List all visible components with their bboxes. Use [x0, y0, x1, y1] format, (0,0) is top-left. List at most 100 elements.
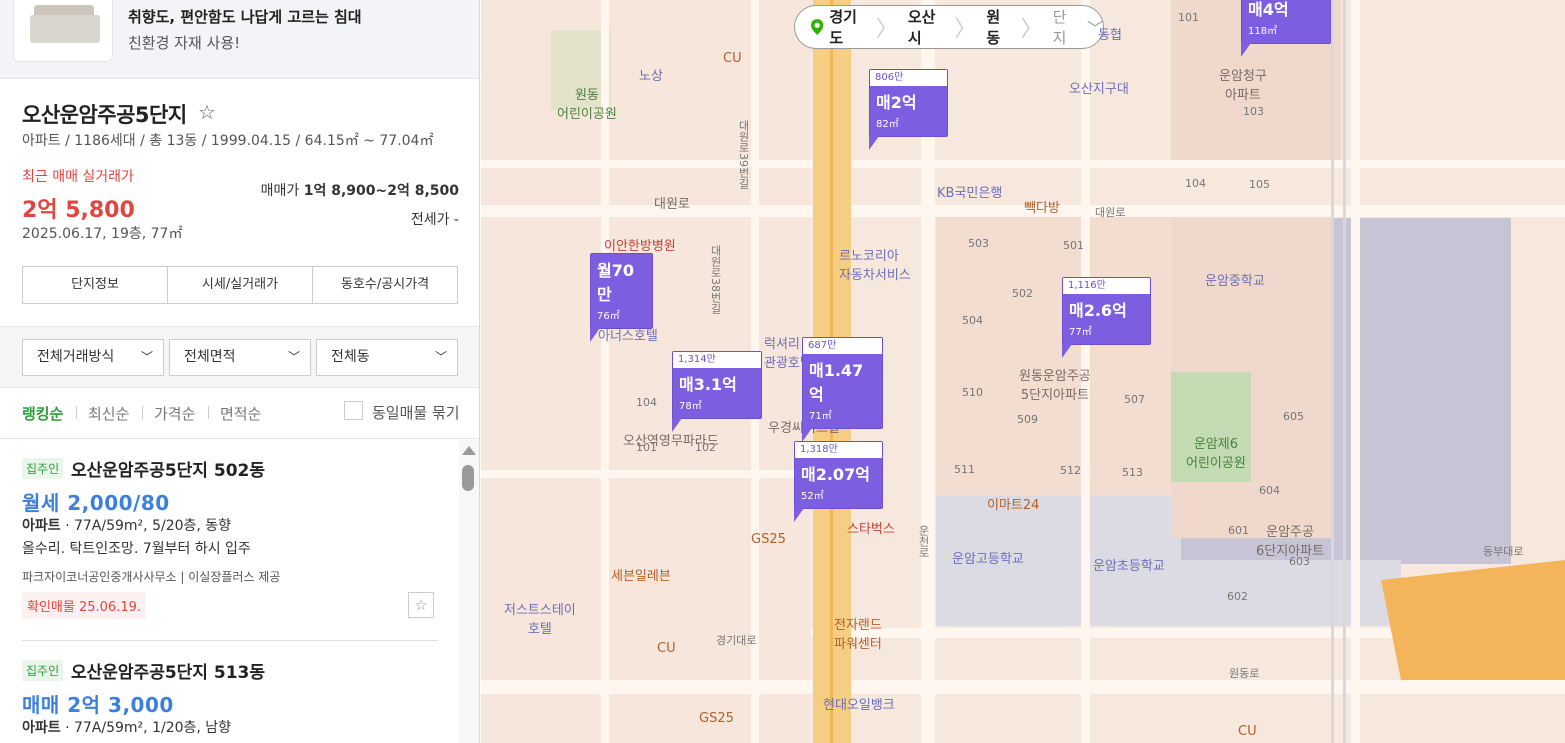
listing-panel: 취향도, 편안함도 나답게 고르는 침대 친환경 자재 사용! 오산운암주공5단… — [0, 0, 480, 743]
listing-spec: 아파트 · 77A/59m², 1/20층, 남향 — [22, 717, 231, 737]
map-view[interactable]: 경기도 〉 오산시 〉 원동 〉 단지 ﹀ CU 노상 원동 어린이공원 대원로… — [481, 0, 1565, 743]
price-marker[interactable]: 687만 매1.47억 71㎡ — [802, 337, 883, 442]
building-number: 104 — [636, 396, 657, 409]
price-marker[interactable]: 806만 매2억 82㎡ — [869, 69, 948, 150]
marker-area: 118㎡ — [1248, 26, 1278, 37]
marker-area: 82㎡ — [876, 119, 899, 130]
recent-deal-date: 2025.06.17, 19층, 77㎡ — [22, 226, 183, 242]
marker-unit-price: 1,318만 — [795, 442, 882, 458]
map-label-store: 이마트24 — [987, 498, 1040, 513]
ad-title: 취향도, 편안함도 나답게 고르는 침대 — [128, 8, 362, 26]
listing-desc: 올수리. 탁트인조망. 7월부터 하시 입주 — [22, 541, 251, 557]
listing-price: 월세 2,000/80 — [22, 491, 170, 515]
map-label-store: 세븐일레븐 — [611, 569, 671, 584]
sort-latest[interactable]: 최신순 — [88, 403, 129, 424]
map-label-road: 대원로38번길 — [709, 245, 722, 314]
area-value: 전체면적 — [184, 349, 236, 365]
recent-deal-price: 2억 5,800 — [22, 198, 135, 223]
map-label-road: 원동로 — [1229, 667, 1260, 680]
chevron-right-icon: 〉 — [954, 17, 977, 42]
ad-subtitle: 친환경 자재 사용! — [128, 34, 241, 52]
price-marker[interactable]: 1,314만 매3.1억 78㎡ — [672, 351, 762, 432]
map-label-park: 운암제6 어린이공원 — [1186, 437, 1246, 471]
sort-separator — [76, 406, 77, 419]
building-select[interactable]: 전체동 ﹀ — [316, 339, 458, 376]
scroll-thumb[interactable] — [462, 465, 474, 491]
chevron-right-icon: 〉 — [1020, 17, 1043, 42]
building-number: 605 — [1283, 410, 1304, 423]
breadcrumb-dong[interactable]: 원동 — [976, 6, 1020, 48]
map-label-road: 대원로 — [654, 197, 690, 212]
area-select[interactable]: 전체면적 ﹀ — [169, 339, 311, 376]
scroll-up-icon[interactable] — [462, 446, 476, 455]
group-same-checkbox[interactable] — [344, 401, 363, 420]
map-label-road: 동부대로 — [1483, 545, 1524, 558]
tab-complex-info[interactable]: 단지정보 — [23, 267, 168, 303]
map-label-road: 대원로 — [1095, 206, 1126, 219]
marker-area: 77㎡ — [1069, 327, 1092, 338]
map-label-cafe: 스타벅스 — [847, 522, 895, 537]
star-outline-icon[interactable]: ☆ — [408, 592, 434, 618]
marker-area: 78㎡ — [679, 401, 702, 412]
building-number: 101 — [636, 441, 657, 454]
confirmed-badge: 확인매물 25.06.19. — [22, 592, 146, 619]
marker-price: 매2.6억 — [1069, 301, 1127, 320]
building-number: 102 — [695, 441, 716, 454]
price-marker[interactable]: 1,116만 매2.6억 77㎡ — [1062, 277, 1151, 358]
map-label-apt: 원동운암주공 5단지아파트 — [1019, 369, 1091, 403]
map-label-school: 운암중학교 — [1205, 274, 1265, 289]
building-number: 603 — [1289, 555, 1310, 568]
filter-bar: 전체거래방식 ﹀ 전체면적 ﹀ 전체동 ﹀ — [0, 326, 479, 388]
recent-deal-label: 최근 매매 실거래가 — [22, 169, 134, 185]
complex-name: 오산운암주공5단지 — [22, 103, 187, 127]
chevron-right-icon: 〉 — [875, 17, 898, 42]
map-label-apt: 운암청구 아파트 — [1219, 69, 1267, 103]
divider — [22, 640, 438, 641]
sort-ranking[interactable]: 랭킹순 — [22, 403, 63, 424]
map-label-parking: 노상 — [639, 69, 663, 84]
building-number: 105 — [1249, 178, 1270, 191]
listing-type: 아파트 — [22, 720, 61, 736]
listing-price: 매매 2억 3,000 — [22, 693, 174, 717]
marker-area: 52㎡ — [801, 491, 824, 502]
price-marker[interactable]: 1,318만 매2.07억 52㎡ — [794, 441, 883, 522]
chevron-down-icon: ﹀ — [434, 350, 447, 364]
map-label-store: CU — [657, 641, 676, 656]
scrollbar[interactable] — [459, 440, 479, 743]
map-label-poi: 동협 — [1098, 28, 1122, 43]
complex-summary: 오산운암주공5단지 ☆ 아파트 / 1186세대 / 총 13동 / 1999.… — [0, 79, 479, 326]
building-number: 512 — [1060, 464, 1081, 477]
deal-type-select[interactable]: 전체거래방식 ﹀ — [22, 339, 164, 376]
building-number: 501 — [1063, 239, 1084, 252]
chevron-down-icon: ﹀ — [140, 350, 153, 364]
listing-title[interactable]: 오산운암주공5단지 513동 — [71, 658, 265, 683]
map-label-cafe: 빽다방 — [1024, 201, 1060, 216]
star-outline-icon[interactable]: ☆ — [198, 100, 216, 124]
map-label-poi: 르노코리아 자동차서비스 — [839, 249, 911, 283]
map-label-road: 운천로 — [917, 525, 930, 558]
ad-banner[interactable]: 취향도, 편안함도 나답게 고르는 침대 친환경 자재 사용! — [0, 0, 479, 79]
marker-price: 매2억 — [876, 93, 917, 112]
tab-unit-price[interactable]: 동호수/공시가격 — [313, 267, 457, 303]
sort-separator — [142, 406, 143, 419]
map-label-hotel: 저스트스테이 호텔 — [504, 603, 576, 637]
listing-type: 아파트 — [22, 518, 61, 534]
deal-type-value: 전체거래방식 — [37, 349, 115, 365]
price-marker[interactable]: 월70만 76㎡ — [590, 253, 653, 342]
breadcrumb-complex[interactable]: 단지 — [1043, 6, 1087, 48]
marker-price: 매2.07억 — [801, 465, 870, 484]
sort-price[interactable]: 가격순 — [154, 403, 195, 424]
sort-area[interactable]: 면적순 — [220, 403, 261, 424]
marker-area: 76㎡ — [597, 311, 620, 322]
breadcrumb-city[interactable]: 오산시 — [898, 6, 954, 48]
building-number: 602 — [1227, 590, 1248, 603]
building-number: 103 — [1243, 105, 1264, 118]
listing-spec-text: · 77A/59m², 5/20층, 동향 — [60, 518, 232, 534]
marker-unit-price: 1,314만 — [673, 352, 761, 368]
breadcrumb-province[interactable]: 경기도 — [829, 6, 875, 48]
listing-spec-text: · 77A/59m², 1/20층, 남향 — [60, 720, 232, 736]
building-number: 510 — [962, 386, 983, 399]
tab-market-price[interactable]: 시세/실거래가 — [168, 267, 313, 303]
listing-title[interactable]: 오산운암주공5단지 502동 — [71, 456, 265, 481]
price-marker[interactable]: 매4억 118㎡ — [1241, 0, 1331, 57]
